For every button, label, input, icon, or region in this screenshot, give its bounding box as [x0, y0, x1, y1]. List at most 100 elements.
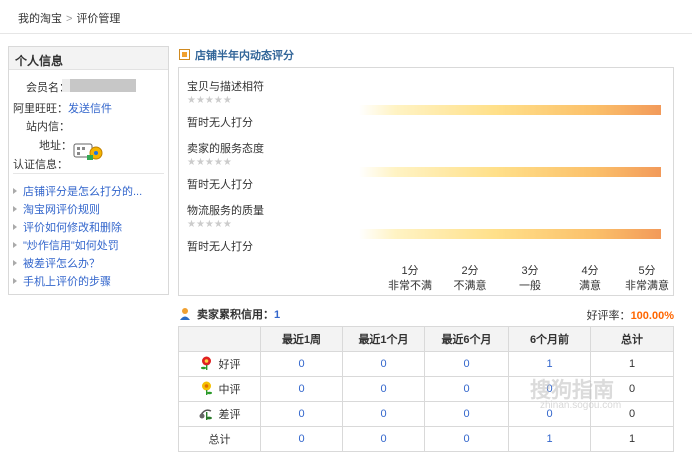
wangwang-label: 阿里旺旺： — [13, 103, 68, 115]
scale-score: 5分 — [638, 265, 656, 277]
row-label: 差评 — [218, 409, 241, 421]
cert-label: 认证信息： — [13, 159, 68, 171]
scale-score: 2分 — [461, 265, 479, 277]
wilted-flower-icon — [199, 409, 212, 420]
table-header — [178, 326, 261, 352]
row-label-cell: 中评 — [178, 376, 261, 402]
score-item: 卖家的服务态度 ★★★★★ 暂时无人打分 — [187, 140, 667, 191]
table-cell[interactable]: 0 — [342, 376, 425, 402]
scale-desc: 满意 — [579, 280, 601, 292]
table-cell[interactable]: 0 — [424, 351, 509, 377]
station-label: 站内信： — [26, 121, 70, 133]
breadcrumb-separator: > — [66, 13, 73, 25]
table-header: 总计 — [590, 326, 674, 352]
help-link[interactable]: 手机上评价的步骤 — [23, 276, 111, 288]
scale-label: 5分非常满意 — [622, 264, 672, 294]
row-label-cell: 差评 — [178, 401, 261, 427]
send-letter-link[interactable]: 发送信件 — [68, 103, 112, 115]
score-item-status: 暂时无人打分 — [187, 117, 253, 129]
table-cell-total: 1 — [590, 351, 674, 377]
calendar-icon — [179, 49, 190, 60]
help-link-item[interactable]: 淘宝网评价规则 — [13, 201, 142, 219]
table-cell[interactable]: 0 — [424, 401, 509, 427]
help-link-list: 店铺评分是怎么打分的... 淘宝网评价规则 评价如何修改和删除 "炒作信用"如何… — [13, 183, 142, 291]
table-cell[interactable]: 0 — [424, 376, 509, 402]
score-item: 物流服务的质量 ★★★★★ 暂时无人打分 — [187, 202, 667, 253]
score-item-name: 宝贝与描述相符 — [187, 81, 264, 93]
scale-score: 1分 — [401, 265, 419, 277]
breadcrumb-home-link[interactable]: 我的淘宝 — [18, 13, 62, 25]
flower-red-icon — [200, 356, 211, 370]
score-item: 宝贝与描述相符 ★★★★★ 暂时无人打分 — [187, 78, 667, 129]
scale-desc: 不满意 — [453, 280, 487, 292]
watermark-url: zhinan.sogou.com — [540, 400, 622, 411]
table-cell[interactable]: 0 — [260, 426, 343, 452]
triangle-bullet-icon — [13, 260, 17, 266]
table-cell[interactable]: 0 — [260, 401, 343, 427]
table-cell[interactable]: 0 — [342, 426, 425, 452]
triangle-bullet-icon — [13, 206, 17, 212]
score-section-title: 店铺半年内动态评分 — [179, 47, 294, 63]
seller-credit: 卖家累积信用：1 — [179, 306, 280, 322]
scale-label: 2分不满意 — [445, 264, 495, 294]
seller-credit-value[interactable]: 1 — [274, 309, 280, 321]
table-header: 最近1个月 — [342, 326, 425, 352]
help-link-item[interactable]: 手机上评价的步骤 — [13, 273, 142, 291]
address-label: 地址： — [39, 140, 72, 152]
help-link[interactable]: "炒作信用"如何处罚 — [23, 240, 119, 252]
row-label: 好评 — [218, 359, 241, 371]
breadcrumb-current: 评价管理 — [76, 13, 121, 25]
scale-label: 4分满意 — [565, 264, 615, 294]
personal-info-title: 个人信息 — [9, 47, 168, 70]
rating-stars: ★★★★★ — [187, 219, 232, 230]
score-item-name: 物流服务的质量 — [187, 205, 264, 217]
table-header: 6个月前 — [508, 326, 591, 352]
help-link[interactable]: 被差评怎么办？ — [23, 258, 100, 270]
member-name-masked — [62, 79, 136, 92]
row-label-cell: 好评 — [178, 351, 261, 377]
help-link-item[interactable]: 被差评怎么办？ — [13, 255, 142, 273]
triangle-bullet-icon — [13, 278, 17, 284]
table-cell-total: 1 — [590, 426, 674, 452]
dynamic-score-panel: 宝贝与描述相符 ★★★★★ 暂时无人打分 卖家的服务态度 ★★★★★ 暂时无人打… — [178, 67, 674, 296]
score-item-status: 暂时无人打分 — [187, 241, 253, 253]
help-link-item[interactable]: 评价如何修改和删除 — [13, 219, 142, 237]
scale-score: 4分 — [581, 265, 599, 277]
table-cell[interactable]: 0 — [342, 351, 425, 377]
triangle-bullet-icon — [13, 224, 17, 230]
score-gradient-bar — [359, 105, 661, 115]
scale-desc: 非常不满 — [388, 280, 432, 292]
score-item-status: 暂时无人打分 — [187, 179, 253, 191]
triangle-bullet-icon — [13, 188, 17, 194]
table-cell[interactable]: 1 — [508, 351, 591, 377]
positive-rate-label: 好评率： — [586, 310, 631, 322]
map-icon[interactable] — [73, 142, 105, 162]
table-cell[interactable]: 0 — [260, 351, 343, 377]
rating-stars: ★★★★★ — [187, 95, 232, 106]
table-cell[interactable]: 0 — [342, 401, 425, 427]
help-link-item[interactable]: "炒作信用"如何处罚 — [13, 237, 142, 255]
table-cell[interactable]: 0 — [424, 426, 509, 452]
table-header: 最近6个月 — [424, 326, 509, 352]
scale-label: 3分 一般 — [505, 264, 555, 294]
positive-rate-value: 100.00% — [630, 310, 674, 322]
score-item-name: 卖家的服务态度 — [187, 143, 264, 155]
table-header: 最近1周 — [260, 326, 343, 352]
personal-info-panel: 个人信息 会员名： 阿里旺旺：发送信件 站内信： 地址： 认证信息： 店铺评分是… — [8, 46, 169, 295]
scale-desc: 非常满意 — [625, 280, 669, 292]
help-link[interactable]: 评价如何修改和删除 — [23, 222, 122, 234]
table-cell[interactable]: 0 — [260, 376, 343, 402]
help-link-item[interactable]: 店铺评分是怎么打分的... — [13, 183, 142, 201]
scale-desc: 一般 — [519, 280, 541, 292]
help-link[interactable]: 店铺评分是怎么打分的... — [23, 186, 142, 198]
wangwang-row: 阿里旺旺：发送信件 — [13, 100, 112, 116]
row-label: 中评 — [218, 384, 241, 396]
table-header-row: 最近1周 最近1个月 最近6个月 6个月前 总计 — [178, 326, 674, 352]
flower-yellow-icon — [201, 381, 212, 395]
triangle-bullet-icon — [13, 242, 17, 248]
score-section-title-text: 店铺半年内动态评分 — [195, 50, 294, 62]
help-link[interactable]: 淘宝网评价规则 — [23, 204, 100, 216]
table-row-total: 总计 0 0 0 1 1 — [178, 426, 674, 452]
table-cell[interactable]: 1 — [508, 426, 591, 452]
rating-stars: ★★★★★ — [187, 157, 232, 168]
